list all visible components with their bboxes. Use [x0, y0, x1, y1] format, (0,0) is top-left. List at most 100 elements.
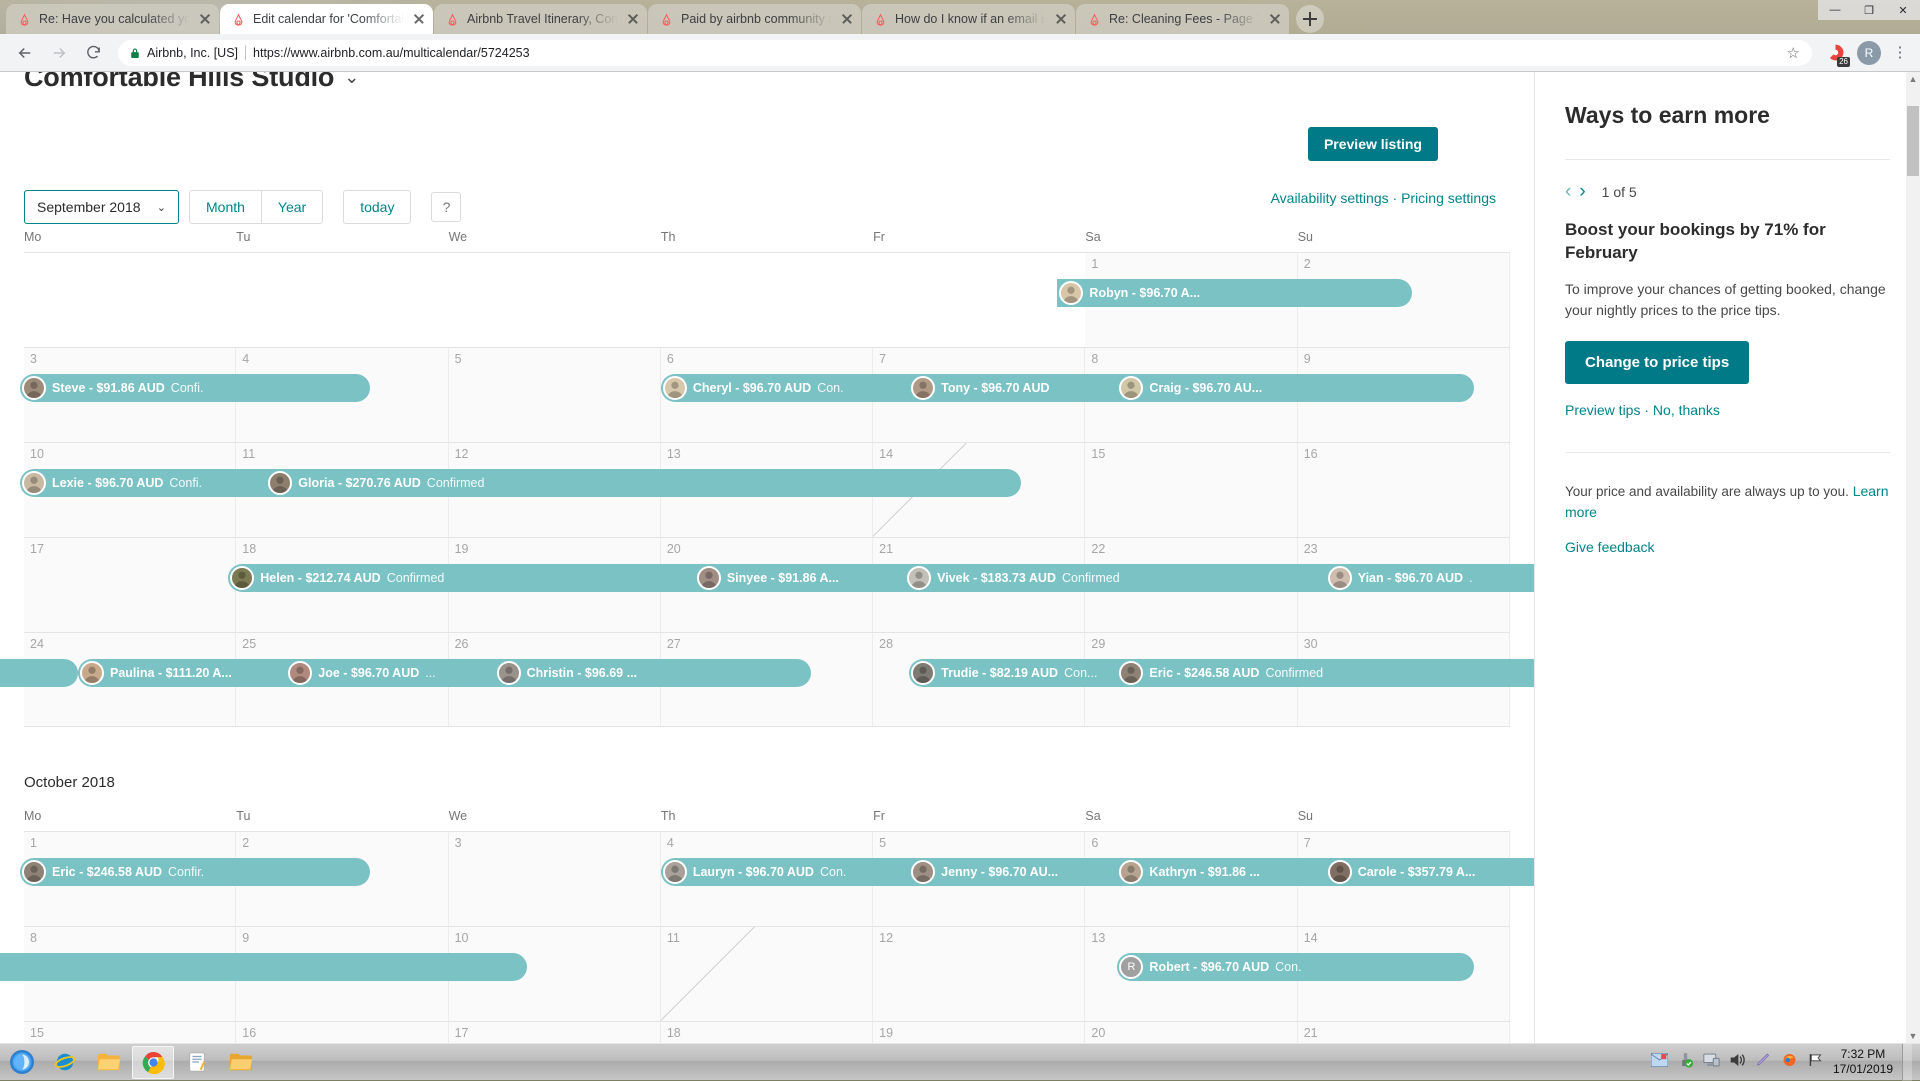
week-row: 24252627282930Paulina - $111.20 A...Joe …: [24, 632, 1510, 727]
close-tab-icon[interactable]: [839, 11, 855, 27]
day-cell[interactable]: 20: [1085, 1022, 1297, 1043]
browser-tab-4[interactable]: How do I know if an email is reall: [862, 4, 1075, 34]
chevron-right-icon[interactable]: ›: [1579, 182, 1585, 201]
reservation-pill[interactable]: Gloria - $270.76 AUDConfirmed: [266, 469, 1021, 497]
start-button[interactable]: [2, 1046, 42, 1079]
usb-safely-remove-icon[interactable]: [1677, 1052, 1694, 1073]
pen-icon[interactable]: [1755, 1052, 1772, 1073]
maximize-button[interactable]: ❐: [1852, 0, 1886, 20]
scroll-up-icon[interactable]: ▲: [1906, 72, 1920, 86]
reservation-pill[interactable]: Eric - $246.58 AUDConfirmed: [1117, 659, 1534, 687]
chrome-menu-icon[interactable]: ⋮: [1890, 45, 1910, 60]
day-cell[interactable]: 17: [449, 1022, 661, 1043]
close-tab-icon[interactable]: [625, 11, 641, 27]
today-button[interactable]: today: [343, 190, 411, 224]
folder-icon[interactable]: [220, 1046, 262, 1079]
day-cell[interactable]: 15: [24, 1022, 236, 1043]
extension-icon[interactable]: 26: [1822, 40, 1848, 66]
new-tab-button[interactable]: [1296, 5, 1324, 33]
reservation-pill[interactable]: Robyn - $96.70 A...: [1057, 279, 1412, 307]
change-to-price-tips-button[interactable]: Change to price tips: [1565, 341, 1749, 384]
no-thanks-link[interactable]: No, thanks: [1653, 402, 1720, 418]
chrome-taskbar-icon[interactable]: [132, 1046, 174, 1079]
taskbar-clock[interactable]: 7:32 PM 17/01/2019: [1833, 1047, 1893, 1077]
reservation-pill[interactable]: Carole - $357.79 A...: [1326, 858, 1534, 886]
close-tab-icon[interactable]: [197, 11, 213, 27]
profile-avatar[interactable]: R: [1857, 41, 1881, 65]
close-tab-icon[interactable]: [1053, 11, 1069, 27]
avatar: [663, 860, 687, 884]
browser-tab-2[interactable]: Airbnb Travel Itinerary, Confirmat: [434, 4, 647, 34]
close-tab-icon[interactable]: [1267, 11, 1283, 27]
network-icon[interactable]: [1703, 1052, 1720, 1073]
preview-tips-link[interactable]: Preview tips: [1565, 402, 1640, 418]
page-scrollbar[interactable]: ▲ ▼: [1906, 72, 1920, 1043]
chevron-down-icon[interactable]: ⌄: [344, 72, 359, 88]
close-window-button[interactable]: ✕: [1886, 0, 1920, 20]
reservation-label: Eric - $246.58 AUDConfir.: [52, 865, 210, 879]
reservation-status: ...: [425, 666, 435, 680]
reservation-layer: Eric - $246.58 AUDConfir. Lauryn - $96.70…: [24, 858, 1510, 888]
reservation-price: $96.70 AUD: [981, 381, 1049, 395]
volume-icon[interactable]: [1729, 1052, 1746, 1073]
month-select-value: September 2018: [37, 199, 141, 215]
help-icon[interactable]: ?: [431, 192, 461, 222]
reservation-pill[interactable]: Eric - $246.58 AUDConfir.: [20, 858, 370, 886]
address-bar[interactable]: Airbnb, Inc. [US] https://www.airbnb.com…: [118, 40, 1812, 66]
browser-tab-0[interactable]: Re: Have you calculated your hos: [6, 4, 219, 34]
day-number: 21: [1304, 1026, 1318, 1040]
chevron-left-icon[interactable]: ‹: [1565, 182, 1571, 201]
forward-button[interactable]: [44, 38, 74, 68]
show-desktop-button[interactable]: [1902, 1044, 1912, 1081]
reload-button[interactable]: [78, 38, 108, 68]
reservation-pill[interactable]: Christin - $96.69 ...: [495, 659, 812, 687]
day-number: 15: [1091, 447, 1105, 461]
preview-listing-button[interactable]: Preview listing: [1308, 127, 1438, 161]
reservation-pill[interactable]: Craig - $96.70 AU...: [1117, 374, 1474, 402]
bookmark-star-icon[interactable]: ☆: [1787, 44, 1800, 62]
close-tab-icon[interactable]: [411, 11, 427, 27]
reservation-price: $96.69 ...: [585, 666, 637, 680]
day-cell[interactable]: 19: [873, 1022, 1085, 1043]
day-number: 12: [455, 447, 469, 461]
avatar: [911, 860, 935, 884]
links-separator: ·: [1644, 402, 1649, 418]
browser-tab-3[interactable]: Paid by airbnb community to ans: [648, 4, 861, 34]
firefox-icon[interactable]: [1781, 1052, 1798, 1073]
avatar: [1119, 376, 1143, 400]
minimize-button[interactable]: —: [1818, 0, 1852, 20]
reservation-label: Steve - $91.86 AUDConfi.: [52, 381, 209, 395]
availability-settings-link[interactable]: Availability settings: [1271, 190, 1389, 206]
notepad-icon[interactable]: [176, 1046, 218, 1079]
page-viewport: Comfortable Hills Studio ⌄ Preview listi…: [0, 72, 1920, 1043]
reservation-pill[interactable]: RRobert - $96.70 AUDCon.: [1117, 953, 1474, 981]
mail-icon[interactable]: [1651, 1053, 1668, 1072]
pricing-settings-link[interactable]: Pricing settings: [1401, 190, 1496, 206]
browser-tab-1[interactable]: Edit calendar for 'Comfortable Hi: [220, 4, 433, 34]
reservation-status: Confi.: [169, 476, 202, 490]
scroll-down-icon[interactable]: ▼: [1906, 1029, 1920, 1043]
avatar: [1119, 661, 1143, 685]
day-cell[interactable]: 21: [1298, 1022, 1510, 1043]
reservation-pill[interactable]: Steve - $91.86 AUDConfi.: [20, 374, 370, 402]
file-explorer-icon[interactable]: [88, 1046, 130, 1079]
avatar: [911, 661, 935, 685]
give-feedback-link[interactable]: Give feedback: [1565, 539, 1890, 555]
day-cell[interactable]: 16: [236, 1022, 448, 1043]
day-number: 13: [1091, 931, 1105, 945]
flag-icon[interactable]: [1807, 1052, 1824, 1073]
reservation-pill[interactable]: [0, 953, 527, 981]
internet-explorer-icon[interactable]: [44, 1046, 86, 1079]
back-button[interactable]: [10, 38, 40, 68]
reservation-status: Confirmed: [1062, 571, 1120, 585]
reservation-pill[interactable]: [0, 659, 78, 687]
reservation-status: Confir.: [168, 865, 204, 879]
scrollbar-thumb[interactable]: [1907, 106, 1919, 176]
reservation-pill[interactable]: Yian - $96.70 AUD.: [1326, 564, 1534, 592]
browser-tab-5[interactable]: Re: Cleaning Fees - Page 7 - Airb: [1076, 4, 1289, 34]
day-cell[interactable]: 18: [661, 1022, 873, 1043]
tab-year-view[interactable]: Year: [262, 190, 323, 224]
tab-month-view[interactable]: Month: [189, 190, 262, 224]
reservation-label: Lauryn - $96.70 AUDCon.: [693, 865, 853, 879]
month-select[interactable]: September 2018 ⌄: [24, 190, 179, 224]
